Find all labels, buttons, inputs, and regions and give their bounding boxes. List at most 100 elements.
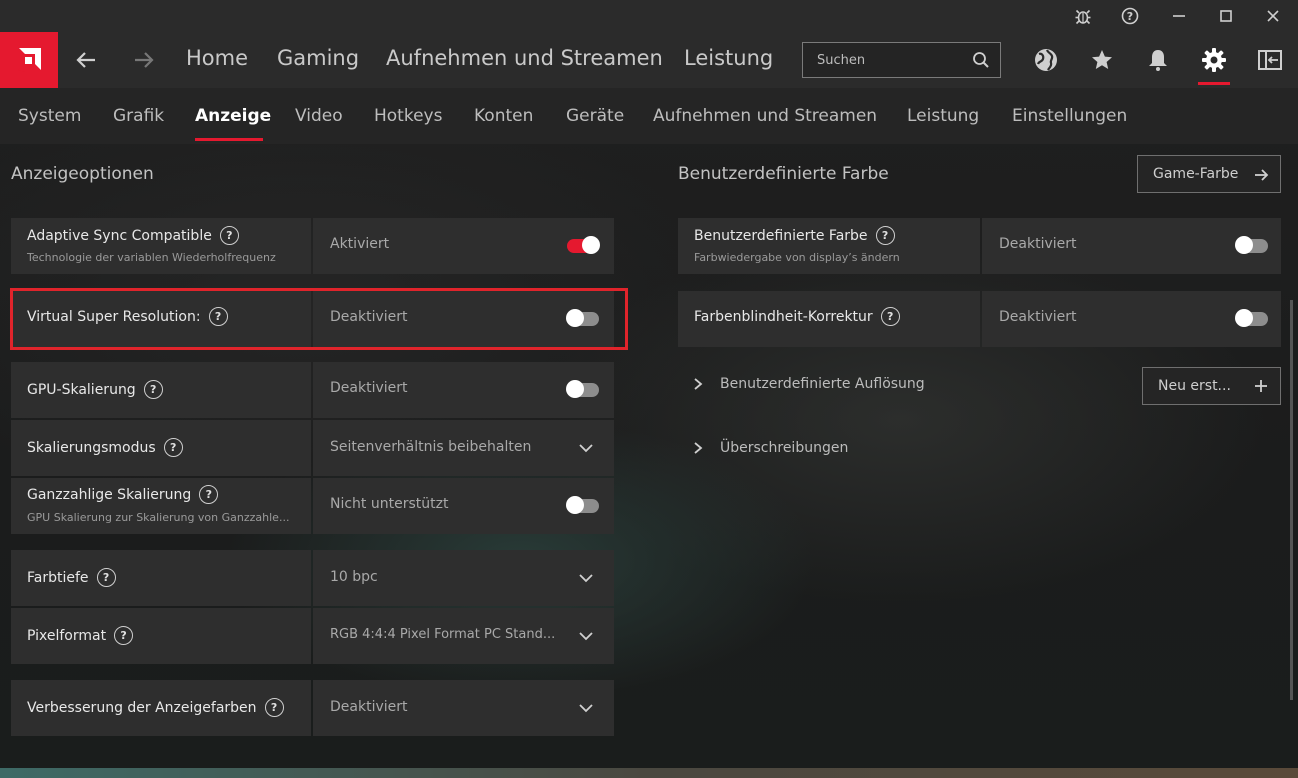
minimize-icon[interactable] [1156, 0, 1202, 32]
setting-label-text: Farbtiefe [27, 569, 89, 586]
setting-description: GPU Skalierung zur Skalierung von Ganzza… [27, 511, 290, 524]
help-icon[interactable]: ? [163, 438, 183, 457]
color-depth-dropdown[interactable]: 10 bpc [313, 550, 614, 606]
forward-arrow-icon[interactable] [130, 46, 158, 74]
nav-home[interactable]: Home [186, 46, 248, 70]
tab-video[interactable]: Video [295, 106, 343, 126]
settings-gear-icon[interactable] [1198, 44, 1230, 76]
setting-value: Aktiviert [330, 236, 390, 252]
chevron-down-icon [579, 444, 593, 453]
setting-label-cell: Adaptive Sync Compatible ? Technologie d… [11, 218, 311, 274]
setting-value-cell: Aktiviert [313, 218, 614, 274]
setting-row-skalierungsmodus: Skalierungsmodus ? Seitenverhältnis beib… [11, 420, 614, 476]
setting-label-cell: Ganzzahlige Skalierung ? GPU Skalierung … [11, 478, 311, 534]
help-icon[interactable]: ? [875, 226, 895, 245]
chevron-down-icon [579, 574, 593, 583]
setting-label-cell: Farbenblindheit-Korrektur ? [678, 291, 980, 347]
globe-icon[interactable] [1030, 44, 1062, 76]
search-icon[interactable] [972, 51, 990, 73]
tab-aufnehmen-streamen[interactable]: Aufnehmen und Streamen [653, 106, 877, 126]
plus-icon [1255, 380, 1267, 392]
close-icon[interactable] [1250, 0, 1296, 32]
setting-row-farbtiefe: Farbtiefe ? 10 bpc [11, 550, 614, 606]
custom-resolution-label: Benutzerdefinierte Auflösung [720, 376, 925, 392]
overrides-expander[interactable]: Überschreibungen [692, 440, 848, 456]
tab-hotkeys[interactable]: Hotkeys [374, 106, 442, 126]
nav-leistung[interactable]: Leistung [684, 46, 773, 70]
scrollbar[interactable] [1290, 300, 1293, 700]
setting-value-cell: Deaktiviert [313, 362, 614, 418]
setting-description: Farbwiedergabe von display’s ändern [694, 251, 900, 264]
nav-aufnehmen-streamen[interactable]: Aufnehmen und Streamen [386, 46, 663, 70]
custom-color-toggle[interactable] [1235, 236, 1268, 254]
setting-row-benutzerdefinierte-farbe: Benutzerdefinierte Farbe ? Farbwiedergab… [678, 218, 1281, 274]
tab-einstellungen[interactable]: Einstellungen [1012, 106, 1127, 126]
new-button-label: Neu erst... [1158, 378, 1231, 394]
highlight-box [10, 288, 628, 350]
setting-label-cell: Skalierungsmodus ? [11, 420, 311, 476]
setting-label-cell: Pixelformat ? [11, 608, 311, 664]
setting-row-farbenblindheit-korrektur: Farbenblindheit-Korrektur ? Deaktiviert [678, 291, 1281, 347]
arrow-right-icon [1255, 169, 1269, 181]
color-enhancement-dropdown[interactable]: Deaktiviert [313, 680, 614, 736]
setting-label: Farbtiefe ? [27, 568, 116, 587]
setting-label-text: Ganzzahlige Skalierung [27, 486, 192, 503]
tab-anzeige[interactable]: Anzeige [195, 106, 271, 126]
tab-system[interactable]: System [18, 106, 81, 126]
integer-scaling-toggle[interactable] [566, 496, 599, 514]
toggle-knob [566, 380, 584, 398]
tab-leistung[interactable]: Leistung [907, 106, 979, 126]
pixel-format-dropdown[interactable]: RGB 4:4:4 Pixel Format PC Stand... [313, 608, 614, 664]
amd-logo[interactable] [0, 32, 58, 88]
toggle-knob [566, 496, 584, 514]
section-title-anzeigeoptionen: Anzeigeoptionen [11, 164, 154, 184]
game-color-button[interactable]: Game-Farbe [1137, 155, 1281, 193]
setting-label: Ganzzahlige Skalierung ? [27, 485, 219, 504]
setting-label: Skalierungsmodus ? [27, 438, 183, 457]
setting-value-cell: Deaktiviert [982, 291, 1281, 347]
top-navigation: Home Gaming Aufnehmen und Streamen Leist… [0, 32, 1298, 88]
toggle-knob [1235, 309, 1253, 327]
help-icon[interactable]: ? [114, 626, 134, 645]
search-box [802, 42, 1001, 78]
scaling-mode-dropdown[interactable]: Seitenverhältnis beibehalten [313, 420, 614, 476]
color-blindness-toggle[interactable] [1235, 309, 1268, 327]
setting-label: Pixelformat ? [27, 626, 134, 645]
setting-label: Verbesserung der Anzeigefarben ? [27, 698, 284, 717]
setting-value: Deaktiviert [330, 699, 408, 715]
help-icon[interactable]: ? [1107, 0, 1153, 32]
help-icon[interactable]: ? [143, 380, 163, 399]
gpu-scaling-toggle[interactable] [566, 380, 599, 398]
help-icon[interactable]: ? [219, 226, 239, 245]
adaptive-sync-toggle[interactable] [567, 236, 600, 254]
tab-konten[interactable]: Konten [474, 106, 533, 126]
setting-label-text: Benutzerdefinierte Farbe [694, 227, 868, 244]
maximize-icon[interactable] [1203, 0, 1249, 32]
setting-label: GPU-Skalierung ? [27, 380, 163, 399]
custom-resolution-expander[interactable]: Benutzerdefinierte Auflösung [692, 376, 925, 392]
sidebar-panel-icon[interactable] [1254, 44, 1286, 76]
search-input[interactable] [803, 52, 963, 68]
setting-label: Farbenblindheit-Korrektur ? [694, 307, 900, 326]
help-icon[interactable]: ? [880, 307, 900, 326]
back-arrow-icon[interactable] [72, 46, 100, 74]
background-strip [0, 768, 1298, 778]
tab-geraete[interactable]: Geräte [566, 106, 624, 126]
nav-gaming[interactable]: Gaming [277, 46, 359, 70]
setting-description: Technologie der variablen Wiederholfrequ… [27, 251, 276, 264]
chevron-down-icon [579, 704, 593, 713]
help-icon[interactable]: ? [264, 698, 284, 717]
setting-label-text: Farbenblindheit-Korrektur [694, 308, 873, 325]
tab-grafik[interactable]: Grafik [113, 106, 164, 126]
setting-label-cell: GPU-Skalierung ? [11, 362, 311, 418]
settings-active-indicator [1198, 82, 1230, 85]
section-title-benutzerdefinierte-farbe: Benutzerdefinierte Farbe [678, 164, 889, 184]
new-custom-resolution-button[interactable]: Neu erst... [1142, 367, 1281, 405]
setting-label-cell: Farbtiefe ? [11, 550, 311, 606]
notifications-bell-icon[interactable] [1142, 44, 1174, 76]
help-icon[interactable]: ? [199, 485, 219, 504]
bug-icon[interactable] [1060, 0, 1106, 32]
favorites-star-icon[interactable] [1086, 44, 1118, 76]
svg-text:?: ? [1127, 10, 1133, 23]
help-icon[interactable]: ? [96, 568, 116, 587]
